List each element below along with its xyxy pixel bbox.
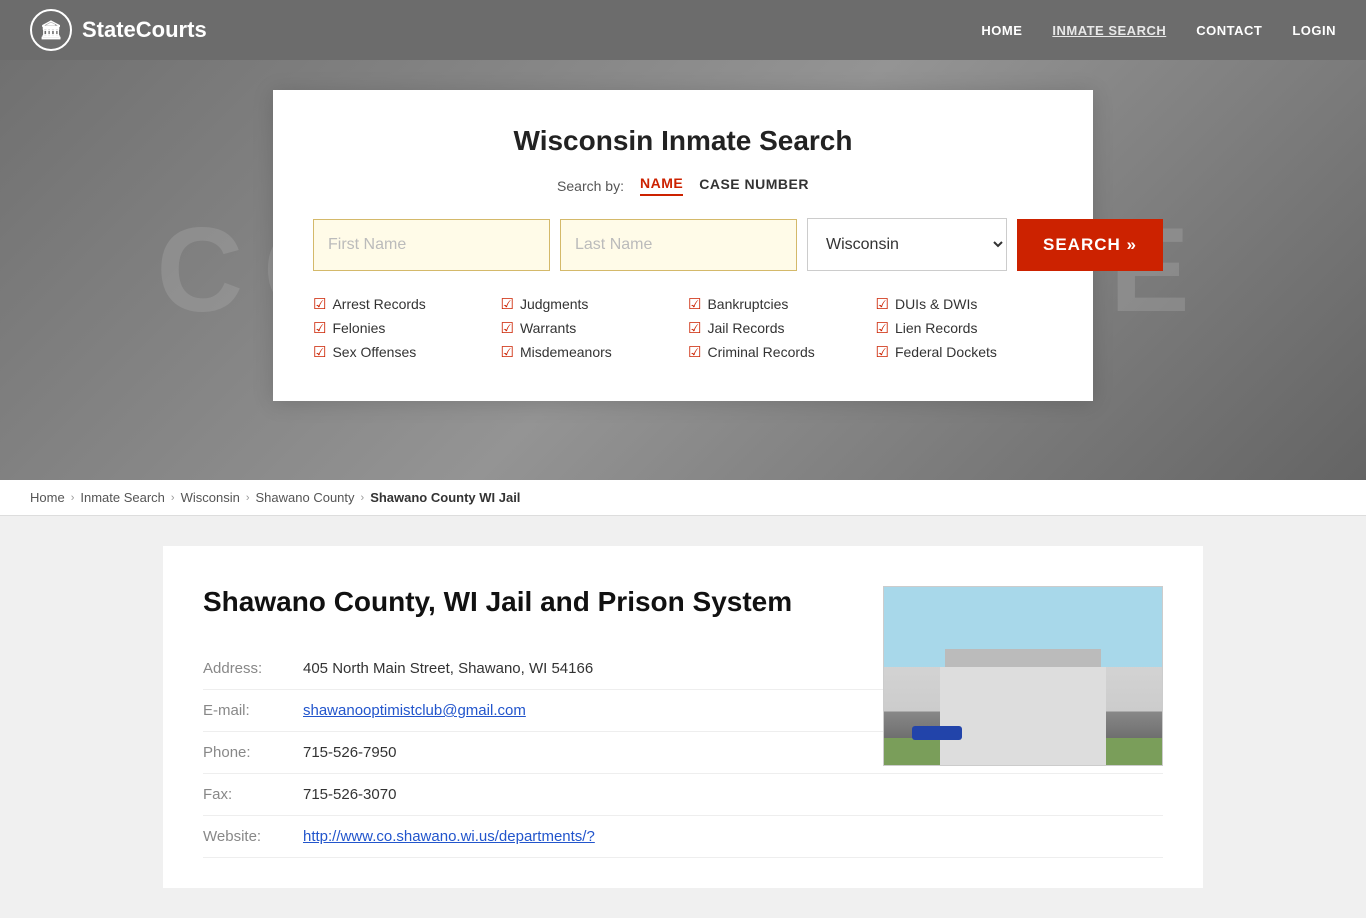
checkbox-icon: ☑ (876, 295, 889, 313)
breadcrumb-link[interactable]: Shawano County (256, 490, 355, 505)
search-by-row: Search by: NAME CASE NUMBER (313, 175, 1053, 196)
check-label: Arrest Records (332, 296, 425, 312)
modal-title: Wisconsin Inmate Search (313, 125, 1053, 157)
check-label: Felonies (332, 320, 385, 336)
info-label: Website: (203, 816, 303, 858)
search-button[interactable]: SEARCH » (1017, 219, 1163, 271)
check-item: ☑ Felonies (313, 319, 491, 337)
info-label: Fax: (203, 774, 303, 816)
check-item: ☑ Jail Records (688, 319, 866, 337)
info-label: Phone: (203, 732, 303, 774)
check-item: ☑ Judgments (501, 295, 679, 313)
check-label: Judgments (520, 296, 588, 312)
nav-link-login[interactable]: LOGIN (1292, 23, 1336, 38)
breadcrumb-separator: › (246, 492, 250, 504)
check-label: Sex Offenses (332, 344, 416, 360)
check-item: ☑ Misdemeanors (501, 343, 679, 361)
check-label: Misdemeanors (520, 344, 612, 360)
tab-case-number[interactable]: CASE NUMBER (699, 176, 809, 195)
checkbox-icon: ☑ (688, 343, 701, 361)
breadcrumb-link[interactable]: Inmate Search (80, 490, 165, 505)
check-item: ☑ Lien Records (876, 319, 1054, 337)
check-label: Federal Dockets (895, 344, 997, 360)
check-label: Bankruptcies (707, 296, 788, 312)
check-label: Criminal Records (707, 344, 814, 360)
checklist: ☑ Arrest Records ☑ Judgments ☑ Bankruptcies ☑ D… (313, 295, 1053, 361)
checkbox-icon: ☑ (876, 343, 889, 361)
nav-link-inmate-search[interactable]: INMATE SEARCH (1052, 23, 1166, 38)
checkbox-icon: ☑ (313, 343, 326, 361)
last-name-input[interactable] (560, 219, 797, 271)
content-card: Shawano County, WI Jail and Prison Syste… (163, 546, 1203, 888)
info-link[interactable]: http://www.co.shawano.wi.us/departments/… (303, 828, 595, 845)
breadcrumb-link[interactable]: Wisconsin (181, 490, 240, 505)
checkbox-icon: ☑ (313, 295, 326, 313)
breadcrumb-separator: › (171, 492, 175, 504)
checkbox-icon: ☑ (501, 295, 514, 313)
checkbox-icon: ☑ (313, 319, 326, 337)
breadcrumb-separator: › (71, 492, 75, 504)
info-label: E-mail: (203, 690, 303, 732)
first-name-input[interactable] (313, 219, 550, 271)
check-label: DUIs & DWIs (895, 296, 977, 312)
info-label: Address: (203, 648, 303, 690)
check-item: ☑ Arrest Records (313, 295, 491, 313)
info-row: Website:http://www.co.shawano.wi.us/depa… (203, 816, 1163, 858)
check-label: Warrants (520, 320, 576, 336)
nav-links: HOME INMATE SEARCH CONTACT LOGIN (981, 23, 1336, 38)
hero-section: COURTHOUSE Wisconsin Inmate Search Searc… (0, 60, 1366, 480)
check-label: Lien Records (895, 320, 978, 336)
main-content: Shawano County, WI Jail and Prison Syste… (133, 516, 1233, 918)
info-link[interactable]: shawanooptimistclub@gmail.com (303, 702, 526, 719)
search-form: AlabamaAlaskaArizonaArkansasCaliforniaCo… (313, 218, 1053, 271)
check-item: ☑ Sex Offenses (313, 343, 491, 361)
info-value: 715-526-3070 (303, 774, 1163, 816)
breadcrumb-separator: › (361, 492, 365, 504)
check-item: ☑ Federal Dockets (876, 343, 1054, 361)
state-select[interactable]: AlabamaAlaskaArizonaArkansasCaliforniaCo… (807, 218, 1007, 271)
check-item: ☑ Bankruptcies (688, 295, 866, 313)
check-item: ☑ Warrants (501, 319, 679, 337)
checkbox-icon: ☑ (688, 319, 701, 337)
building-image (883, 586, 1163, 766)
search-modal: Wisconsin Inmate Search Search by: NAME … (273, 90, 1093, 401)
checkbox-icon: ☑ (876, 319, 889, 337)
search-by-label: Search by: (557, 178, 624, 194)
checkbox-icon: ☑ (501, 343, 514, 361)
checkbox-icon: ☑ (688, 295, 701, 313)
tab-name[interactable]: NAME (640, 175, 683, 196)
breadcrumb: Home › Inmate Search › Wisconsin › Shawano Cou… (0, 480, 1366, 516)
navigation: 🏛 StateCourts HOME INMATE SEARCH CONTACT LO… (0, 0, 1366, 60)
logo-icon: 🏛 (30, 9, 72, 51)
check-label: Jail Records (707, 320, 784, 336)
logo-text: StateCourts (82, 17, 207, 43)
site-logo[interactable]: 🏛 StateCourts (30, 9, 207, 51)
check-item: ☑ DUIs & DWIs (876, 295, 1054, 313)
breadcrumb-link[interactable]: Home (30, 490, 65, 505)
checkbox-icon: ☑ (501, 319, 514, 337)
info-row: Fax:715-526-3070 (203, 774, 1163, 816)
breadcrumb-current: Shawano County WI Jail (370, 490, 520, 505)
info-value[interactable]: http://www.co.shawano.wi.us/departments/… (303, 816, 1163, 858)
nav-link-contact[interactable]: CONTACT (1196, 23, 1262, 38)
nav-link-home[interactable]: HOME (981, 23, 1022, 38)
check-item: ☑ Criminal Records (688, 343, 866, 361)
